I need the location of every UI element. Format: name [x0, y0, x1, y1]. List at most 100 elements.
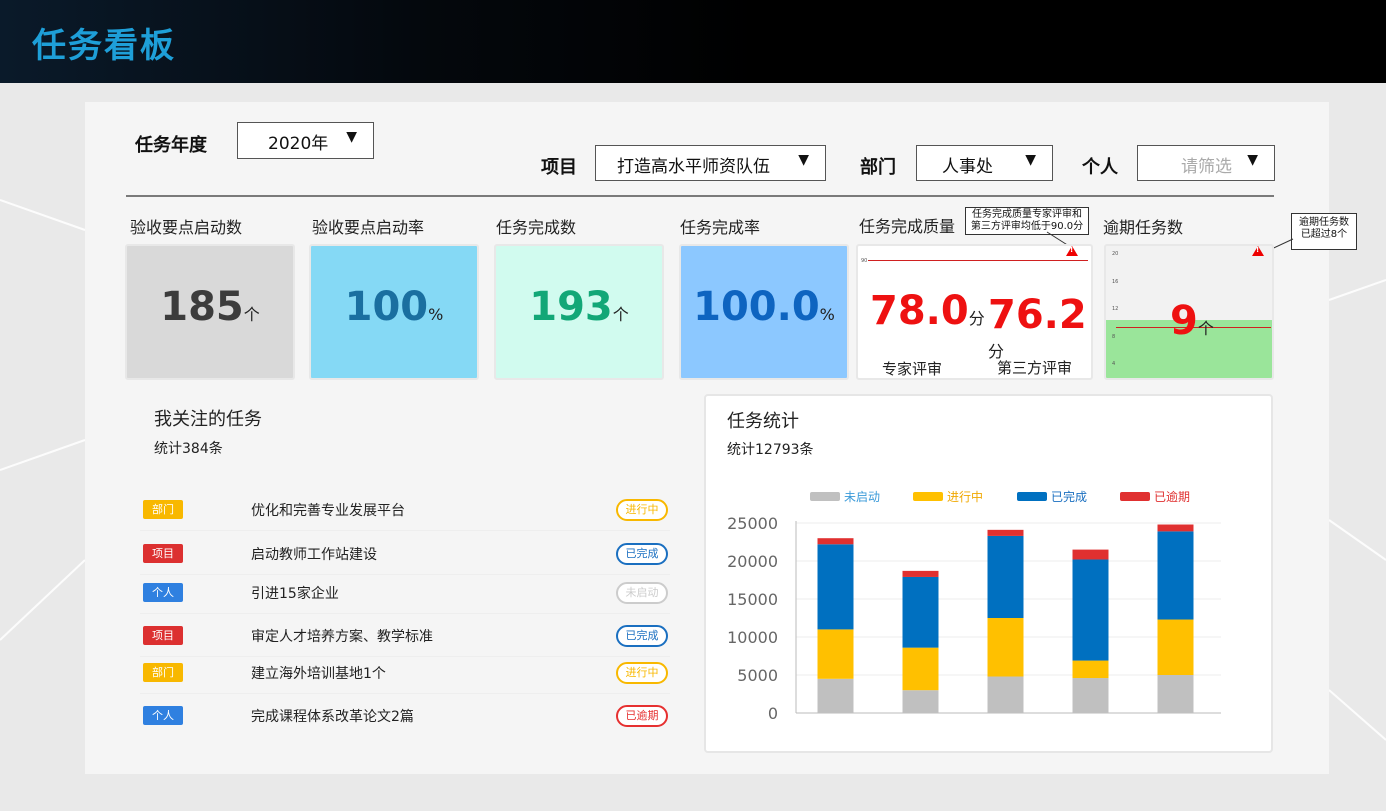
person-placeholder: 请筛选: [1181, 157, 1232, 177]
expert-value: 78.0: [870, 288, 969, 334]
kpi-title-quality: 任务完成质量: [859, 217, 956, 236]
tick: 16: [1112, 278, 1119, 285]
bar-segment: [987, 676, 1024, 713]
task-tag-badge: 个人: [143, 706, 183, 725]
followed-title: 我关注的任务: [154, 409, 262, 430]
dept-label: 部门: [860, 157, 896, 178]
kpi-unit: %: [428, 305, 444, 324]
y-tick-label: 25000: [727, 514, 778, 533]
project-label: 项目: [541, 157, 577, 178]
kpi-card-start-rate[interactable]: 100%: [309, 244, 479, 380]
expert-label: 专家评审: [882, 360, 943, 378]
tick: 0: [1112, 379, 1118, 380]
kpi-card-overdue[interactable]: 20 16 12 8 4 0 9个: [1104, 244, 1274, 380]
tick: 20: [1112, 251, 1119, 257]
y-tick-label: 20000: [727, 552, 778, 571]
tick: 12: [1112, 306, 1119, 313]
legend-swatch: [913, 492, 943, 501]
task-stats-chart: 未启动 进行中 已完成 已逾期 25000 20000 15000 10000 5000 0: [727, 489, 1221, 723]
legend-label: 未启动: [844, 490, 880, 504]
dept-value: 人事处: [942, 157, 993, 177]
warning-icon: [1252, 246, 1264, 256]
dashboard-panel: 任务年度 2020年 ▼ 项目 打造高水平师资队伍 ▼ 部门 人事处 ▼ 个人 …: [85, 102, 1357, 774]
kpi-title-overdue: 逾期任务数: [1103, 218, 1184, 237]
tooltip-line: 任务完成质量专家评审和: [972, 209, 1082, 220]
row-divider: [140, 656, 670, 657]
bar-segment: [987, 618, 1024, 677]
overdue-value: 9: [1170, 298, 1198, 344]
task-status-pill: 进行中: [616, 662, 668, 684]
person-label: 个人: [1082, 157, 1118, 178]
legend-swatch: [810, 492, 840, 501]
overdue-ticks: 20 16 12 8 4 0: [1112, 246, 1119, 380]
bar-segment: [817, 544, 854, 630]
bar-segment: [1157, 531, 1194, 620]
expert-score: 78.0分: [870, 288, 985, 334]
task-tag-badge: 项目: [143, 544, 183, 563]
bar-segment: [1157, 524, 1194, 532]
kpi-title-start-count: 验收要点启动数: [130, 218, 243, 237]
kpi-card-complete-count[interactable]: 193个: [494, 244, 664, 380]
overdue-tooltip: 逾期任务数 已超过8个: [1291, 213, 1357, 250]
warning-icon: [1066, 246, 1078, 256]
dept-dropdown[interactable]: 人事处 ▼: [916, 145, 1053, 181]
kpi-value: 193: [529, 284, 613, 330]
bar-segment: [1157, 675, 1194, 713]
expert-unit: 分: [968, 309, 985, 328]
kpi-card-complete-rate[interactable]: 100.0%: [679, 244, 849, 380]
threshold-line: [868, 260, 1088, 261]
task-tag-badge: 项目: [143, 626, 183, 645]
row-divider: [140, 613, 670, 614]
threshold-tick: 90: [861, 258, 868, 264]
task-title[interactable]: 建立海外培训基地1个: [251, 663, 386, 683]
chevron-down-icon: ▼: [1025, 152, 1036, 168]
bar-segment: [1072, 549, 1109, 560]
bar-segment: [1072, 660, 1109, 679]
person-dropdown[interactable]: 请筛选 ▼: [1137, 145, 1275, 181]
task-title[interactable]: 审定人才培养方案、教学标准: [251, 626, 433, 646]
year-dropdown[interactable]: 2020年 ▼: [237, 122, 374, 159]
kpi-title-start-rate: 验收要点启动率: [312, 218, 425, 237]
chevron-down-icon: ▼: [1247, 152, 1258, 168]
third-label: 第三方评审: [997, 359, 1073, 377]
task-title[interactable]: 引进15家企业: [251, 583, 339, 603]
task-title[interactable]: 完成课程体系改革论文2篇: [251, 706, 414, 726]
bar-segment: [1157, 619, 1194, 675]
tooltip-line: 已超过8个: [1300, 229, 1348, 240]
chevron-down-icon: ▼: [346, 129, 357, 145]
tick: 8: [1112, 333, 1116, 340]
top-bar: 任务看板: [0, 0, 1386, 83]
kpi-card-quality[interactable]: 90 78.0分 76.2分 专家评审 第三方评审: [856, 244, 1093, 380]
legend-swatch: [1120, 492, 1150, 501]
bar-segment: [817, 678, 854, 713]
task-tag-badge: 部门: [143, 663, 183, 682]
kpi-unit: 个: [243, 305, 260, 324]
kpi-unit: %: [819, 305, 835, 324]
legend-label: 进行中: [947, 489, 983, 504]
y-tick-label: 10000: [727, 628, 778, 647]
task-status-pill: 进行中: [616, 499, 668, 521]
chevron-down-icon: ▼: [798, 152, 809, 168]
task-tag-badge: 部门: [143, 500, 183, 519]
bar-segment: [817, 538, 854, 545]
tick: 4: [1112, 361, 1116, 368]
year-label: 任务年度: [135, 135, 207, 156]
bar-segment: [1072, 559, 1109, 661]
kpi-value: 185: [160, 284, 244, 330]
task-tag-badge: 个人: [143, 583, 183, 602]
task-title[interactable]: 优化和完善专业发展平台: [251, 500, 405, 520]
legend-label: 已完成: [1051, 489, 1087, 504]
filter-divider: [126, 195, 1274, 197]
overdue-unit: 个: [1197, 319, 1214, 338]
project-dropdown[interactable]: 打造高水平师资队伍 ▼: [595, 145, 826, 181]
row-divider: [140, 574, 670, 575]
task-title[interactable]: 启动教师工作站建设: [251, 544, 377, 564]
row-divider: [140, 693, 670, 694]
kpi-value: 100.0: [693, 284, 820, 330]
bar-segment: [902, 647, 939, 691]
task-status-pill: 已完成: [616, 543, 668, 565]
bar-segment: [902, 690, 939, 713]
y-tick-label: 0: [768, 704, 778, 723]
kpi-value: 100: [344, 284, 429, 330]
kpi-card-start-count[interactable]: 185个: [125, 244, 295, 380]
